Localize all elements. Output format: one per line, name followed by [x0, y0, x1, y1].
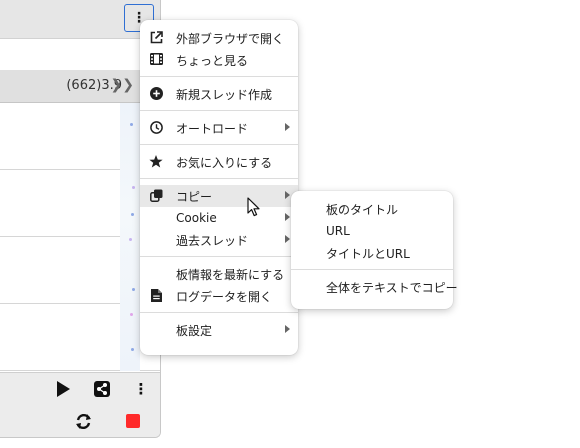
context-menu: 外部ブラウザで開く ちょっと見る 新規スレッド作成 オートロード お気に入りにす…: [140, 20, 298, 355]
menu-item-label: 外部ブラウザで開く: [176, 31, 285, 46]
chevron-right-icon[interactable]: ❯❯: [111, 77, 134, 93]
submenu-item-url[interactable]: URL: [291, 220, 453, 242]
submenu-item-board-title[interactable]: 板のタイトル: [291, 198, 453, 220]
app-window: ⋮ (662)3.9 ❯❯: [0, 0, 161, 438]
stop-icon[interactable]: [126, 414, 140, 428]
menu-item-label: 板のタイトル: [326, 202, 399, 217]
menu-item-label: Cookie: [176, 211, 217, 225]
menu-item-label: ちょっと見る: [176, 53, 249, 68]
copy-icon: [149, 188, 163, 202]
copy-submenu: 板のタイトル URL タイトルとURL 全体をテキストでコピー: [291, 191, 458, 309]
external-link-icon: [149, 30, 163, 44]
refresh-icon[interactable]: [73, 411, 93, 431]
menu-item-autoload[interactable]: オートロード: [140, 117, 298, 139]
preview-dot: [131, 348, 134, 351]
menu-separator: [291, 269, 453, 270]
menu-separator: [140, 110, 298, 111]
menu-item-label: 過去スレッド: [176, 233, 249, 248]
submenu-item-title-and-url[interactable]: タイトルとURL: [291, 242, 453, 264]
menu-item-refresh-board-info[interactable]: 板情報を最新にする: [140, 263, 298, 285]
play-icon[interactable]: [53, 379, 73, 399]
chevron-right-icon: [285, 213, 290, 221]
scroll-preview-strip[interactable]: [120, 103, 140, 371]
preview-dot: [130, 123, 133, 126]
document-icon: [149, 288, 163, 302]
menu-separator: [140, 256, 298, 257]
preview-dot: [132, 288, 135, 291]
menu-item-cookie[interactable]: Cookie: [140, 207, 298, 229]
menu-item-label: お気に入りにする: [176, 155, 273, 170]
mouse-cursor-icon: [247, 197, 261, 220]
menu-item-copy[interactable]: コピー: [140, 185, 298, 207]
menu-separator: [140, 312, 298, 313]
menu-item-past-threads[interactable]: 過去スレッド: [140, 229, 298, 251]
menu-item-open-log[interactable]: ログデータを開く: [140, 285, 298, 307]
menu-item-label: 板設定: [176, 323, 213, 338]
menu-item-label: タイトルとURL: [326, 246, 410, 261]
menu-item-label: オートロード: [176, 121, 249, 136]
menu-item-board-settings[interactable]: 板設定: [140, 319, 298, 341]
menu-separator: [140, 144, 298, 145]
preview-dot: [129, 238, 132, 241]
chevron-right-icon: [285, 123, 290, 131]
add-circle-icon: [149, 86, 163, 100]
star-icon: [149, 154, 163, 168]
menu-item-label: コピー: [176, 189, 213, 204]
menu-separator: [140, 76, 298, 77]
chevron-right-icon: [285, 235, 290, 243]
preview-dot: [131, 213, 134, 216]
menu-item-quick-look[interactable]: ちょっと見る: [140, 49, 298, 71]
clock-icon: [149, 120, 163, 134]
menu-item-label: URL: [326, 224, 350, 238]
search-strip: [0, 39, 160, 69]
menu-item-label: ログデータを開く: [176, 289, 273, 304]
share-icon[interactable]: [92, 379, 112, 399]
menu-separator: [140, 178, 298, 179]
menu-item-label: 板情報を最新にする: [176, 267, 285, 282]
more-vertical-icon[interactable]: ⋮: [131, 379, 151, 399]
thread-tab-bar: (662)3.9 ❯❯: [0, 70, 160, 103]
film-icon: [149, 52, 163, 66]
menu-item-favorite[interactable]: お気に入りにする: [140, 151, 298, 173]
submenu-item-copy-all-text[interactable]: 全体をテキストでコピー: [291, 276, 458, 298]
menu-item-open-external[interactable]: 外部ブラウザで開く: [140, 27, 298, 49]
chevron-right-icon: [285, 191, 290, 199]
preview-dot: [132, 186, 135, 189]
chevron-right-icon: [285, 325, 290, 333]
menu-item-new-thread[interactable]: 新規スレッド作成: [140, 83, 298, 105]
menu-item-label: 全体をテキストでコピー: [326, 280, 458, 295]
preview-dot: [130, 313, 133, 316]
menu-item-label: 新規スレッド作成: [176, 87, 273, 102]
